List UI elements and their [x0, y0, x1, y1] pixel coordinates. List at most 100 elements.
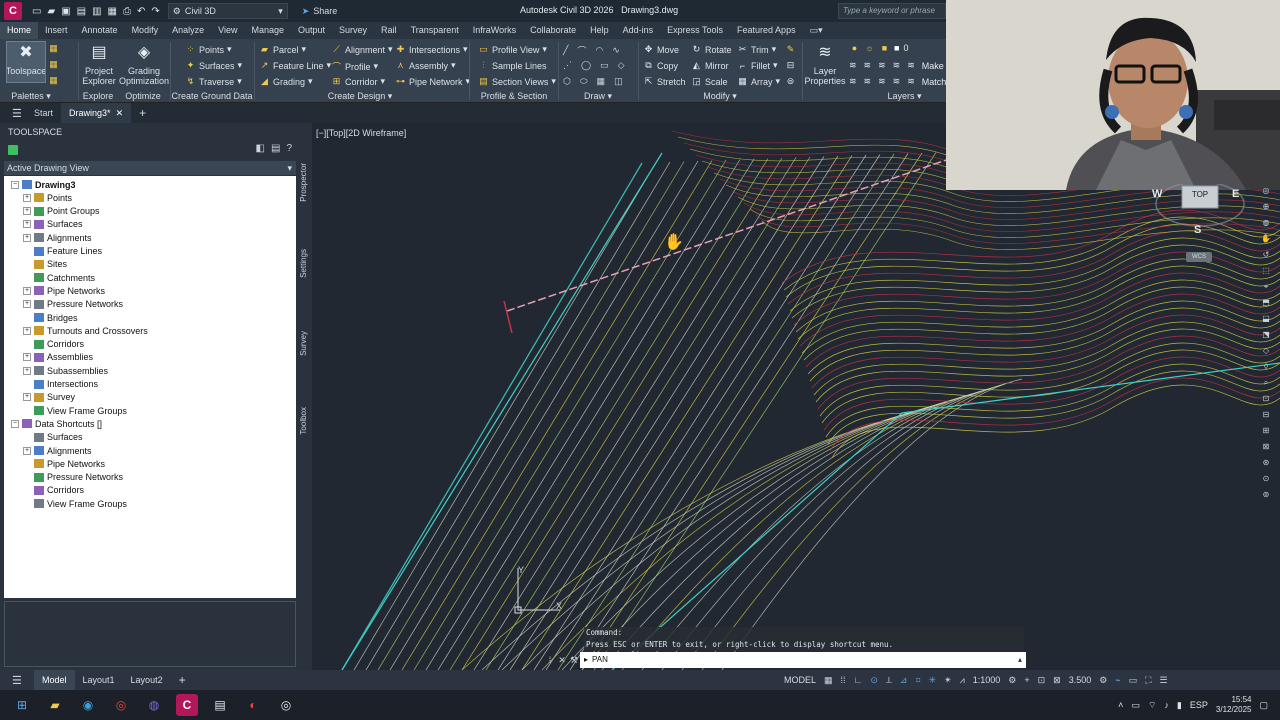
expand-icon[interactable]: +: [23, 207, 31, 216]
grading-optimization-button[interactable]: ◈ Grading Optimization: [119, 42, 169, 87]
tree-item[interactable]: + Pressure Networks: [23, 298, 123, 311]
tree-item[interactable]: Surfaces: [23, 431, 83, 444]
tree-item[interactable]: + Alignments: [23, 444, 92, 457]
command-input[interactable]: ▸ PAN ▴: [580, 652, 1026, 668]
curve-icon[interactable]: ∿: [612, 45, 620, 56]
expand-icon[interactable]: +: [23, 193, 31, 202]
app-menu-button[interactable]: C: [4, 2, 22, 20]
surfaces-button[interactable]: ✦ Surfaces ▾: [185, 60, 242, 71]
chevron-up-icon[interactable]: ˄: [1118, 700, 1123, 710]
nav-tool-icon[interactable]: ⊚: [1261, 490, 1271, 500]
app-taskbar-icon[interactable]: ▤: [209, 694, 231, 716]
tab-collaborate[interactable]: Collaborate: [523, 22, 583, 39]
polygon-icon[interactable]: ⬡: [563, 76, 571, 87]
layer-dropdown[interactable]: ● ☼ ■ ■ 0: [849, 43, 909, 53]
trim-button[interactable]: ✂ Trim ▾: [737, 44, 776, 55]
add-layout-button[interactable]: +: [171, 670, 194, 690]
tree-item[interactable]: + Pipe Networks: [23, 284, 105, 297]
polar-icon[interactable]: ⊙: [870, 675, 878, 686]
palette-icon-2[interactable]: ▦: [48, 59, 59, 70]
nav-tool-icon[interactable]: ⊙: [1261, 474, 1271, 484]
points-button[interactable]: ⁘ Points ▾: [185, 44, 232, 55]
layer-tool-icon[interactable]: ≋: [864, 60, 872, 71]
pipe-network-button[interactable]: ⊶ Pipe Network ▾: [395, 76, 470, 87]
tree-item[interactable]: + Points: [23, 191, 72, 204]
drawing-tab[interactable]: Drawing3* ✕: [61, 103, 132, 123]
network-icon[interactable]: ⌔: [1148, 700, 1156, 711]
workspace-select[interactable]: ⚙ Civil 3D ▾: [167, 3, 288, 19]
expand-icon[interactable]: +: [23, 353, 31, 362]
nav-tool-icon[interactable]: ⬔: [1261, 330, 1271, 340]
collapse-icon[interactable]: −: [11, 419, 19, 428]
boundary-icon[interactable]: ◫: [614, 76, 623, 87]
nav-tool-icon[interactable]: ⊟: [1261, 410, 1271, 420]
line-icon[interactable]: ╱: [563, 45, 568, 56]
object-snap-icon[interactable]: ⊿: [900, 675, 908, 686]
tab-settings[interactable]: Settings: [299, 249, 308, 278]
tab-survey[interactable]: Survey: [332, 22, 374, 39]
tab-manage[interactable]: Manage: [244, 22, 291, 39]
customize-icon[interactable]: ⚒: [568, 655, 580, 666]
move-button[interactable]: ✥ Move: [643, 44, 679, 55]
open-icon[interactable]: ▰: [47, 6, 55, 17]
layer-tool-icon[interactable]: ≋: [878, 76, 886, 87]
recorder-icon[interactable]: ◐: [242, 694, 264, 716]
chrome-icon[interactable]: ◎: [110, 694, 132, 716]
nav-tool-icon[interactable]: ⬓: [1261, 314, 1271, 324]
save-web-icon[interactable]: ▦: [108, 6, 117, 17]
tree-item[interactable]: View Frame Groups: [23, 404, 127, 417]
layer-tool-icon[interactable]: ≋: [907, 60, 915, 71]
snap-icon[interactable]: ⁞⁞: [841, 675, 846, 685]
tree-item[interactable]: − Data Shortcuts []: [11, 417, 102, 430]
palette-icon-1[interactable]: ▦: [48, 43, 59, 54]
expand-icon[interactable]: +: [23, 446, 31, 455]
tab-featured-apps[interactable]: Featured Apps: [730, 22, 803, 39]
pan-icon[interactable]: ✋: [1261, 234, 1271, 244]
layer-tool-icon[interactable]: ≋: [893, 60, 901, 71]
redo-icon[interactable]: ↷: [151, 6, 159, 17]
expand-icon[interactable]: +: [23, 393, 31, 402]
tab-transparent[interactable]: Transparent: [404, 22, 466, 39]
globe-icon[interactable]: ◍: [1261, 218, 1271, 228]
spline-icon[interactable]: ◇: [618, 60, 625, 71]
tab-express-tools[interactable]: Express Tools: [660, 22, 730, 39]
gear-icon[interactable]: ⚙: [1008, 675, 1016, 686]
save-icon[interactable]: ▣: [61, 6, 70, 17]
nav-tool-icon[interactable]: ⊠: [1261, 442, 1271, 452]
annotation-scale-value[interactable]: 1:1000: [973, 675, 1001, 685]
ortho-icon[interactable]: ∟: [854, 675, 863, 685]
assembly-button[interactable]: ⋏ Assembly ▾: [395, 60, 455, 71]
expand-icon[interactable]: +: [23, 300, 31, 309]
chevron-up-icon[interactable]: ▴: [1018, 652, 1022, 668]
explode-icon[interactable]: ⊜: [785, 76, 796, 87]
erase-icon[interactable]: ✎: [785, 44, 796, 55]
mirror-button[interactable]: ◭ Mirror: [691, 60, 728, 71]
share-button[interactable]: ➤ Share: [302, 6, 338, 17]
nav-tool-icon[interactable]: ⊛: [1261, 458, 1271, 468]
hatch-icon[interactable]: ⋰: [563, 60, 572, 71]
orbit-icon[interactable]: ↺: [1261, 250, 1271, 260]
tray-app-icon[interactable]: ▭: [1131, 700, 1140, 711]
viewcube-top-face[interactable]: TOP: [1187, 190, 1213, 199]
isodraft-icon[interactable]: ⟂: [886, 675, 892, 686]
help-icon[interactable]: ?: [286, 143, 292, 154]
match-layer-label[interactable]: Match: [922, 77, 947, 87]
microphone-icon[interactable]: ▮: [1177, 700, 1182, 711]
tab-toolbox[interactable]: Toolbox: [299, 407, 308, 435]
status-value[interactable]: 3.500: [1069, 675, 1092, 685]
tab-rail[interactable]: Rail: [374, 22, 404, 39]
auto-scale-icon[interactable]: ✴: [944, 675, 952, 686]
section-views-button[interactable]: ▤ Section Views ▾: [478, 76, 556, 87]
workspace-icon[interactable]: ⚙: [1099, 675, 1107, 686]
layer-tool-icon[interactable]: ≋: [893, 76, 901, 87]
traverse-button[interactable]: ↯ Traverse ▾: [185, 76, 242, 87]
search-input[interactable]: Type a keyword or phrase: [838, 3, 946, 19]
rectangle-icon[interactable]: ▭: [600, 60, 609, 71]
rotate-button[interactable]: ↻ Rotate: [691, 44, 732, 55]
snap-tracking-icon[interactable]: ⌗: [915, 675, 920, 686]
draw-title[interactable]: Draw ▾: [559, 90, 637, 103]
feature-line-button[interactable]: ↗ Feature Line ▾: [259, 60, 331, 71]
tree-item[interactable]: Catchments: [23, 271, 95, 284]
stretch-button[interactable]: ⇱ Stretch: [643, 76, 686, 87]
tab-layout2[interactable]: Layout2: [123, 670, 171, 690]
